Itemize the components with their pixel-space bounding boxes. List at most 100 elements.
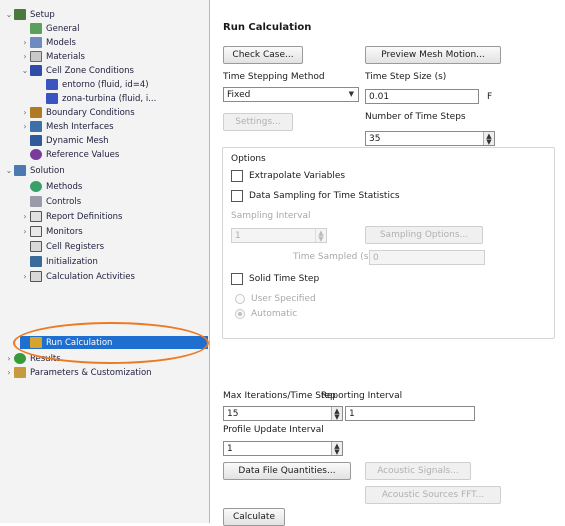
expand-icon[interactable]: › xyxy=(20,212,30,221)
run-calculation-icon xyxy=(30,337,42,348)
models-icon xyxy=(30,37,42,48)
acoustic-sources-fft-button[interactable]: Acoustic Sources FFT... xyxy=(365,486,501,504)
settings-button[interactable]: Settings... xyxy=(223,113,293,131)
tree-item-setup[interactable]: ⌄ Setup xyxy=(4,8,55,21)
tree-label: Dynamic Mesh xyxy=(46,135,109,146)
methods-icon xyxy=(30,181,42,192)
time-sampled-value: 0 xyxy=(373,252,379,263)
setup-icon xyxy=(14,9,26,20)
tree-item-report-definitions[interactable]: › Report Definitions xyxy=(20,210,122,223)
tree-item-mesh-interfaces[interactable]: › Mesh Interfaces xyxy=(20,120,114,133)
tree-label: Materials xyxy=(46,51,85,62)
fluid-zone-icon xyxy=(46,93,58,104)
tree-item-zona-turbina[interactable]: zona-turbina (fluid, i... xyxy=(46,92,156,105)
tree-item-cell-registers[interactable]: Cell Registers xyxy=(20,240,104,253)
tree-label: Setup xyxy=(30,9,55,20)
tree-label: Cell Registers xyxy=(46,241,105,252)
tree-item-results[interactable]: › Results xyxy=(4,352,61,365)
check-case-button[interactable]: Check Case... xyxy=(223,46,303,64)
acoustic-signals-button[interactable]: Acoustic Signals... xyxy=(365,462,471,480)
tree-label: Initialization xyxy=(46,256,98,267)
collapse-icon[interactable]: ⌄ xyxy=(4,166,14,175)
cell-registers-icon xyxy=(30,241,42,252)
tree-label: Cell Zone Conditions xyxy=(46,65,134,76)
profile-update-interval-value: 1 xyxy=(227,443,233,454)
reporting-interval-value: 1 xyxy=(349,408,355,419)
spinner-icon[interactable]: ▲ ▼ xyxy=(331,442,342,455)
calculate-button[interactable]: Calculate xyxy=(223,508,285,526)
solution-icon xyxy=(14,165,26,176)
reporting-interval-input[interactable]: 1 xyxy=(345,406,475,421)
number-of-time-steps-input[interactable]: 35 ▲ ▼ xyxy=(365,131,495,146)
initialization-icon xyxy=(30,256,42,267)
monitors-icon xyxy=(30,226,42,237)
solid-time-step-checkbox[interactable] xyxy=(231,273,243,285)
tree-item-methods[interactable]: Methods xyxy=(20,180,82,193)
cell-zone-icon xyxy=(30,65,42,76)
tree-label: entorno (fluid, id=4) xyxy=(62,79,149,90)
tree-label: Monitors xyxy=(46,226,83,237)
spinner-icon[interactable]: ▲ ▼ xyxy=(483,132,494,145)
expand-icon[interactable]: › xyxy=(20,272,30,281)
tree-item-materials[interactable]: › Materials xyxy=(20,50,85,63)
tree-label: Run Calculation xyxy=(46,337,113,348)
tree-item-boundary-conditions[interactable]: › Boundary Conditions xyxy=(20,106,135,119)
tree-item-monitors[interactable]: › Monitors xyxy=(20,225,83,238)
tree-item-controls[interactable]: Controls xyxy=(20,195,81,208)
sampling-interval-value: 1 xyxy=(235,230,241,241)
reporting-interval-label: Reporting Interval xyxy=(321,391,403,401)
time-step-size-input[interactable]: 0.01 xyxy=(365,89,479,104)
tree-label: Mesh Interfaces xyxy=(46,121,114,132)
tree-item-entorno[interactable]: entorno (fluid, id=4) xyxy=(46,78,149,91)
time-stepping-method-select[interactable]: Fixed ▼ xyxy=(223,87,359,102)
data-sampling-label: Data Sampling for Time Statistics xyxy=(249,191,400,201)
results-icon xyxy=(14,353,26,364)
expand-icon[interactable]: › xyxy=(4,354,14,363)
automatic-radio[interactable] xyxy=(235,309,245,319)
number-of-time-steps-value: 35 xyxy=(369,133,381,144)
tree-item-dynamic-mesh[interactable]: Dynamic Mesh xyxy=(20,134,109,147)
number-of-time-steps-label: Number of Time Steps xyxy=(365,112,466,122)
calculation-activities-icon xyxy=(30,271,42,282)
tree-item-calculation-activities[interactable]: › Calculation Activities xyxy=(20,270,135,283)
data-file-quantities-button[interactable]: Data File Quantities... xyxy=(223,462,351,480)
outline-tree: ⌄ Setup General › Models › Materials ⌄ C… xyxy=(0,0,210,523)
time-step-size-label: Time Step Size (s) xyxy=(365,72,447,82)
report-definitions-icon xyxy=(30,211,42,222)
dynamic-mesh-icon xyxy=(30,135,42,146)
user-specified-radio[interactable] xyxy=(235,294,245,304)
tree-item-cell-zone-conditions[interactable]: ⌄ Cell Zone Conditions xyxy=(20,64,134,77)
time-step-size-unit-button[interactable]: F xyxy=(487,92,492,102)
tree-label: Calculation Activities xyxy=(46,271,135,282)
sampling-options-button[interactable]: Sampling Options... xyxy=(365,226,483,244)
expand-icon[interactable]: › xyxy=(4,368,14,377)
solid-time-step-label: Solid Time Step xyxy=(249,274,320,284)
spinner-icon[interactable]: ▲ ▼ xyxy=(331,407,342,420)
expand-icon[interactable]: › xyxy=(20,38,30,47)
expand-icon[interactable]: › xyxy=(20,227,30,236)
tree-item-run-calculation[interactable]: Run Calculation xyxy=(20,336,208,349)
tree-item-models[interactable]: › Models xyxy=(20,36,76,49)
max-iterations-input[interactable]: 15 ▲ ▼ xyxy=(223,406,343,421)
collapse-icon[interactable]: ⌄ xyxy=(20,66,30,75)
general-icon xyxy=(30,23,42,34)
tree-item-initialization[interactable]: Initialization xyxy=(20,255,98,268)
profile-update-interval-input[interactable]: 1 ▲ ▼ xyxy=(223,441,343,456)
extrapolate-variables-checkbox[interactable] xyxy=(231,170,243,182)
tree-item-reference-values[interactable]: Reference Values xyxy=(20,148,119,161)
tree-item-parameters-customization[interactable]: › Parameters & Customization xyxy=(4,366,152,379)
preview-mesh-motion-button[interactable]: Preview Mesh Motion... xyxy=(365,46,501,64)
tree-item-solution[interactable]: ⌄ Solution xyxy=(4,164,65,177)
controls-icon xyxy=(30,196,42,207)
tree-label: Report Definitions xyxy=(46,211,123,222)
collapse-icon[interactable]: ⌄ xyxy=(4,10,14,19)
tree-item-general[interactable]: General xyxy=(20,22,80,35)
sampling-interval-input[interactable]: 1 ▲ ▼ xyxy=(231,228,327,243)
data-sampling-checkbox[interactable] xyxy=(231,190,243,202)
spinner-icon[interactable]: ▲ ▼ xyxy=(315,229,326,242)
expand-icon[interactable]: › xyxy=(20,108,30,117)
fluid-zone-icon xyxy=(46,79,58,90)
expand-icon[interactable]: › xyxy=(20,52,30,61)
tree-label: Results xyxy=(30,353,61,364)
expand-icon[interactable]: › xyxy=(20,122,30,131)
